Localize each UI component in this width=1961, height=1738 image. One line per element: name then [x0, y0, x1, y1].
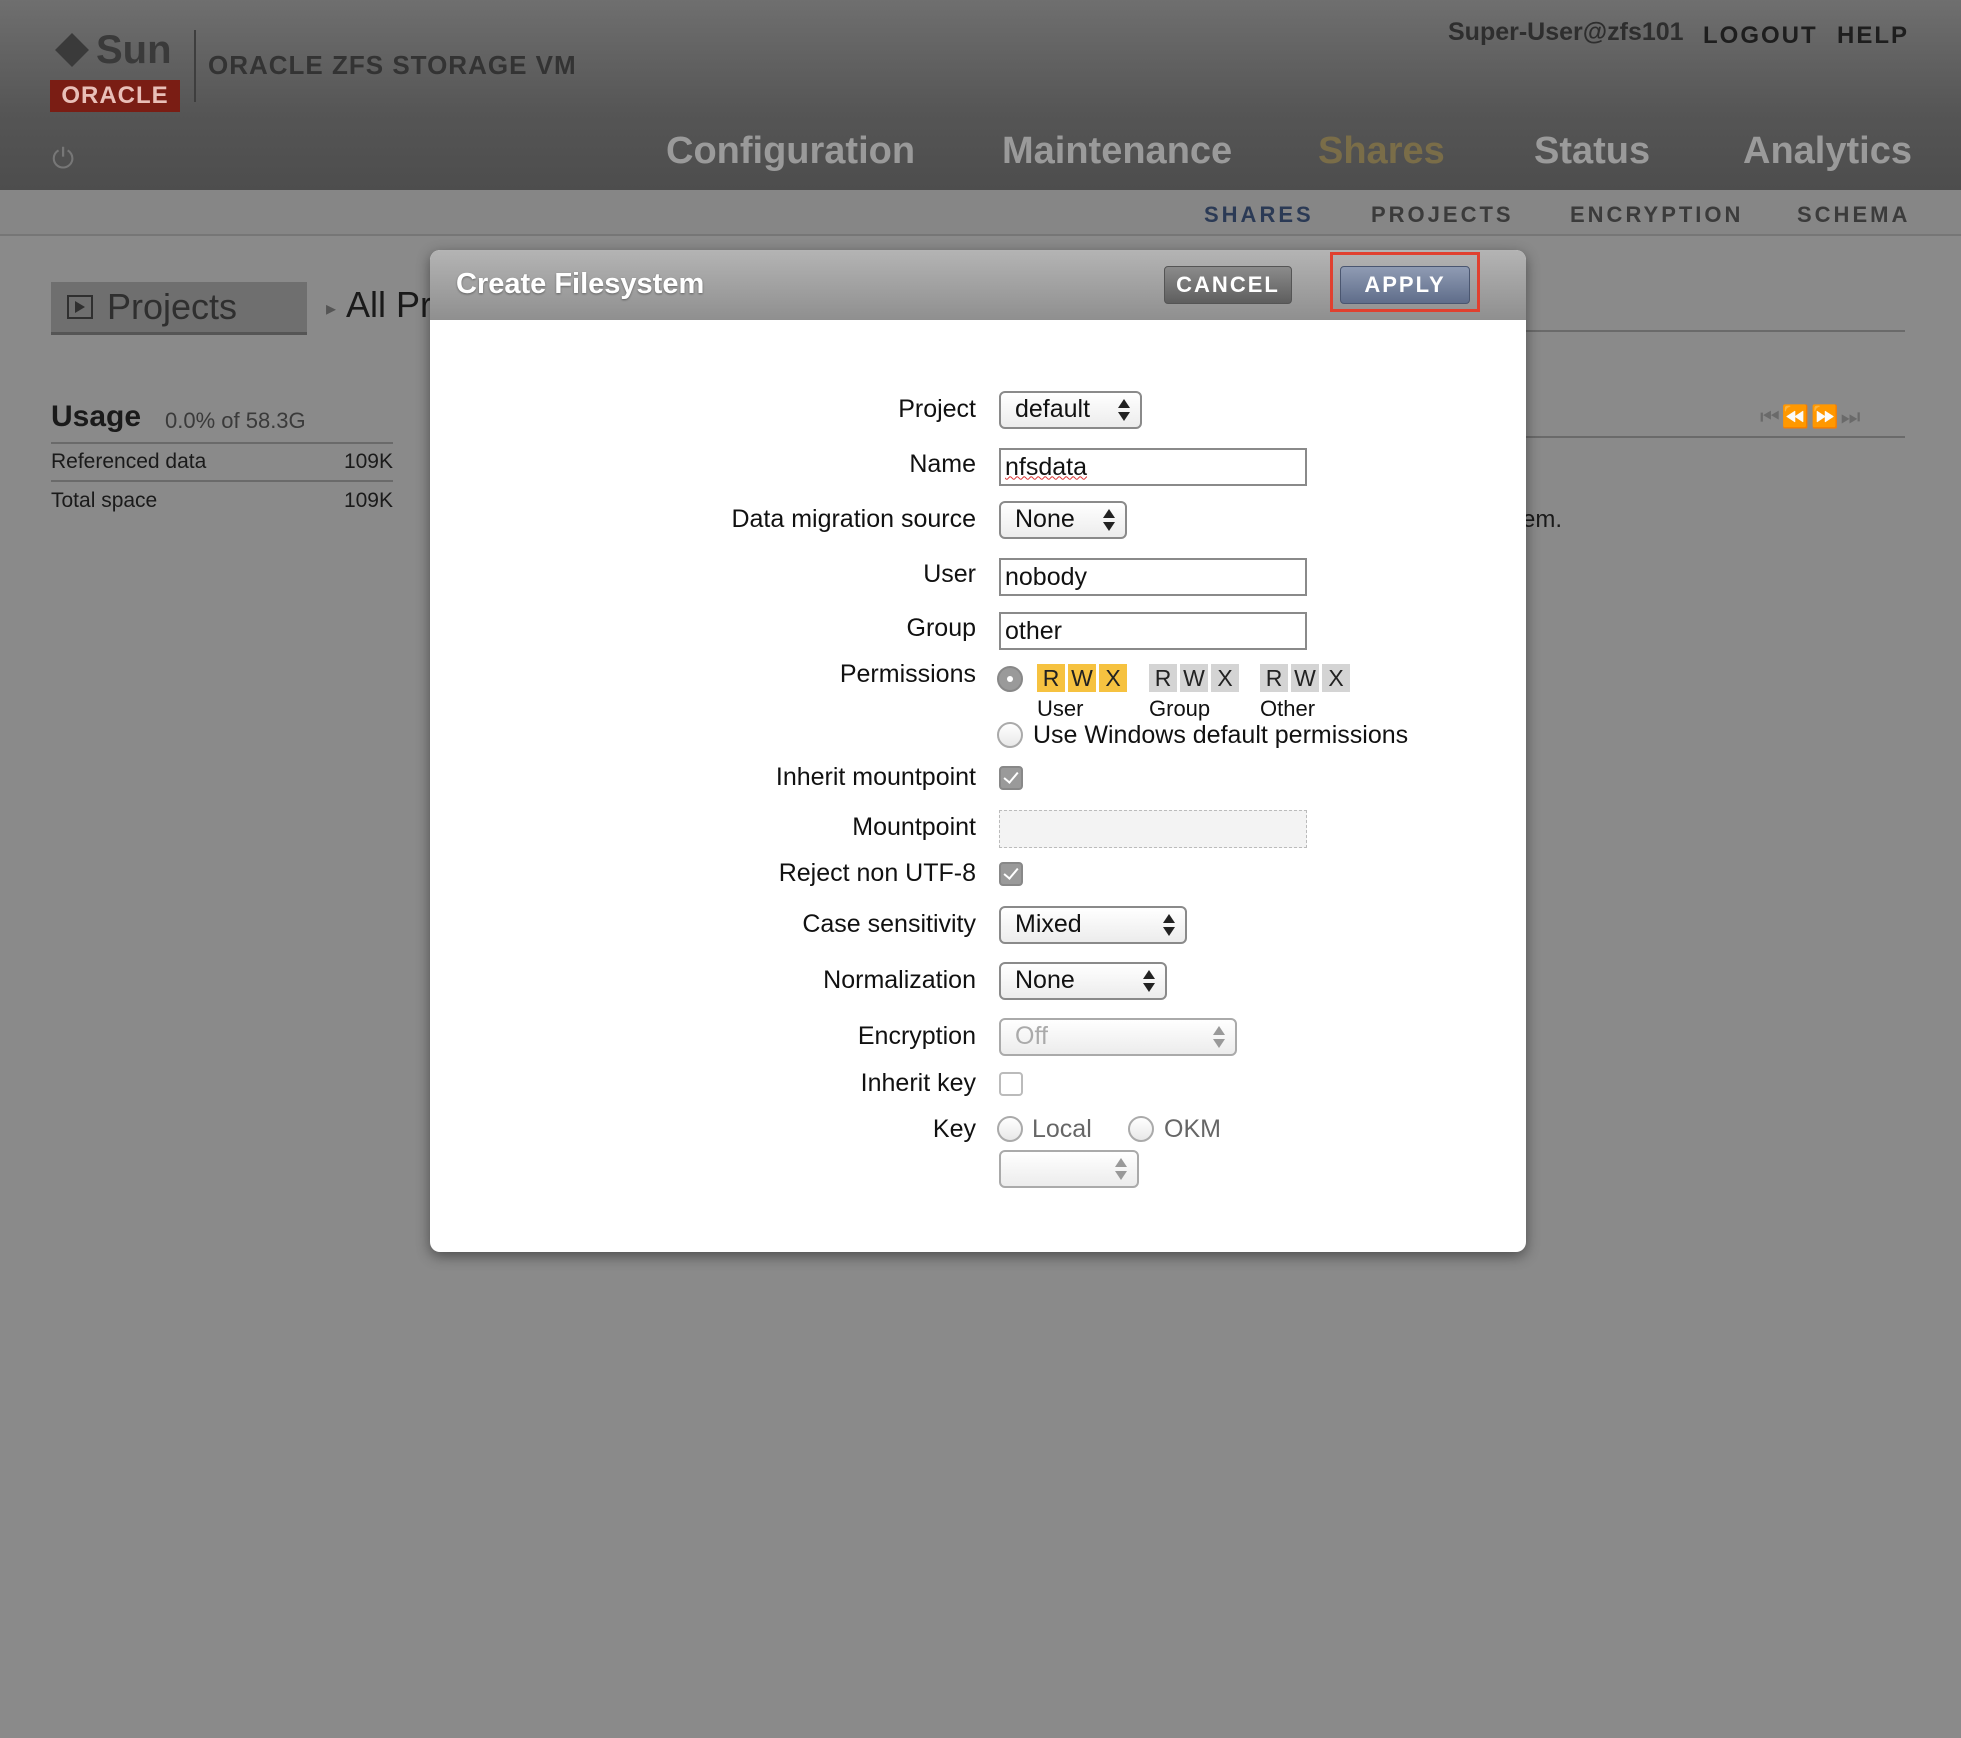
tab-status[interactable]: Status: [1534, 130, 1650, 173]
apply-highlight-box: [1330, 252, 1480, 312]
subtab-encryption[interactable]: ENCRYPTION: [1570, 202, 1743, 228]
encryption-label: Encryption: [857, 1022, 976, 1050]
subtab-projects[interactable]: PROJECTS: [1371, 202, 1514, 228]
encryption-select: Off: [999, 1018, 1237, 1056]
breadcrumb-arrow-icon: ▸: [326, 298, 337, 320]
migration-source-label: Data migration source: [731, 505, 976, 533]
perm-group-x[interactable]: X: [1211, 664, 1239, 692]
sun-oracle-logo: Sun ORACLE: [50, 27, 182, 112]
perm-group-label-other: Other: [1260, 696, 1316, 721]
oracle-logo: ORACLE: [50, 80, 180, 112]
migration-source-select[interactable]: None: [999, 501, 1127, 539]
sub-navigation: SHARES PROJECTS ENCRYPTION SCHEMA: [0, 190, 1961, 236]
usage-row-value: 109K: [343, 450, 393, 473]
breadcrumb-all-projects[interactable]: All Pr: [346, 284, 432, 326]
project-label: Project: [898, 395, 976, 423]
tab-maintenance[interactable]: Maintenance: [1002, 130, 1232, 173]
app-header: Sun ORACLE ORACLE ZFS STORAGE VM Super-U…: [0, 0, 1961, 190]
key-label: Key: [932, 1115, 976, 1143]
header-rule: [1520, 330, 1905, 332]
inherit-mountpoint-checkbox[interactable]: [999, 766, 1023, 790]
usage-row-label: Total space: [51, 489, 158, 512]
usage-percent: 0.0% of 58.3G: [165, 408, 306, 433]
cancel-button[interactable]: CANCEL: [1164, 266, 1292, 304]
usage-title: Usage: [51, 400, 142, 433]
user-input[interactable]: [999, 558, 1307, 596]
windows-permissions-radio[interactable]: [997, 722, 1023, 748]
sun-logo: Sun: [50, 27, 182, 72]
dialog-header: Create Filesystem CANCEL APPLY: [430, 250, 1526, 320]
current-user: Super-User@zfs101: [1448, 18, 1684, 46]
key-select: [999, 1150, 1139, 1188]
usage-row: Total space 109K: [51, 489, 393, 513]
key-local-label: Local: [1032, 1115, 1092, 1143]
mountpoint-input: [999, 810, 1307, 848]
create-filesystem-dialog: Create Filesystem CANCEL APPLY Project d…: [430, 250, 1526, 1252]
normalization-select[interactable]: None: [999, 962, 1167, 1000]
permissions-label: Permissions: [839, 660, 976, 688]
reject-utf8-label: Reject non UTF-8: [778, 859, 976, 887]
empty-list-message: em.: [1522, 506, 1563, 533]
logout-link[interactable]: LOGOUT: [1703, 22, 1818, 50]
usage-rule: [51, 442, 393, 444]
tab-analytics[interactable]: Analytics: [1743, 130, 1912, 173]
key-okm-radio: [1128, 1116, 1154, 1142]
subtab-shares[interactable]: SHARES: [1204, 202, 1314, 228]
perm-group-label-group: Group: [1149, 696, 1211, 721]
perm-group-w[interactable]: W: [1180, 664, 1208, 692]
tab-configuration[interactable]: Configuration: [666, 130, 915, 173]
group-input[interactable]: [999, 612, 1307, 650]
perm-user-x[interactable]: X: [1099, 664, 1127, 692]
logo-divider: [194, 30, 196, 102]
pager-controls[interactable]: ⏮⏪⏩⏭: [1760, 404, 1862, 430]
projects-button-label: Projects: [107, 286, 238, 327]
usage-row: Referenced data 109K: [51, 450, 393, 474]
normalization-label: Normalization: [823, 966, 976, 994]
windows-permissions-label: Use Windows default permissions: [1033, 721, 1409, 749]
perm-other-x[interactable]: X: [1322, 664, 1350, 692]
user-label: User: [923, 560, 976, 588]
case-sensitivity-value: Mixed: [1015, 910, 1082, 938]
perm-other-w[interactable]: W: [1291, 664, 1319, 692]
projects-button[interactable]: Projects: [51, 282, 307, 335]
key-local-radio: [997, 1116, 1023, 1142]
perm-group-label-user: User: [1037, 696, 1084, 721]
group-label: Group: [906, 614, 976, 642]
panel-toggle-icon: [67, 295, 93, 319]
case-sensitivity-label: Case sensitivity: [802, 910, 976, 938]
perm-other-r[interactable]: R: [1260, 664, 1288, 692]
inherit-key-label: Inherit key: [860, 1069, 976, 1097]
subtab-schema[interactable]: SCHEMA: [1797, 202, 1910, 228]
sun-logo-text: Sun: [96, 27, 172, 72]
inherit-mountpoint-label: Inherit mountpoint: [775, 763, 976, 791]
usage-row-value: 109K: [343, 489, 393, 512]
migration-source-value: None: [1015, 505, 1075, 533]
dialog-title: Create Filesystem: [456, 268, 705, 300]
encryption-value: Off: [1015, 1022, 1048, 1050]
perm-group-r[interactable]: R: [1149, 664, 1177, 692]
name-input[interactable]: [999, 448, 1307, 486]
mountpoint-label: Mountpoint: [852, 813, 976, 841]
help-link[interactable]: HELP: [1837, 22, 1909, 50]
perm-user-r[interactable]: R: [1037, 664, 1065, 692]
sun-diamond-icon: [55, 33, 89, 67]
normalization-value: None: [1015, 966, 1075, 994]
list-rule: [1520, 436, 1905, 438]
project-select[interactable]: default: [999, 391, 1142, 429]
usage-row-divider: [51, 480, 393, 482]
perm-user-w[interactable]: W: [1068, 664, 1096, 692]
case-sensitivity-select[interactable]: Mixed: [999, 906, 1187, 944]
unix-permissions-radio[interactable]: [997, 666, 1023, 692]
product-name: ORACLE ZFS STORAGE VM: [208, 50, 577, 80]
project-select-value: default: [1015, 395, 1091, 423]
key-okm-label: OKM: [1164, 1115, 1221, 1143]
tab-shares[interactable]: Shares: [1318, 130, 1445, 173]
power-icon[interactable]: ⏻: [52, 143, 74, 176]
reject-utf8-checkbox[interactable]: [999, 862, 1023, 886]
inherit-key-checkbox: [999, 1072, 1023, 1096]
usage-row-label: Referenced data: [51, 450, 207, 473]
name-label: Name: [909, 450, 976, 478]
